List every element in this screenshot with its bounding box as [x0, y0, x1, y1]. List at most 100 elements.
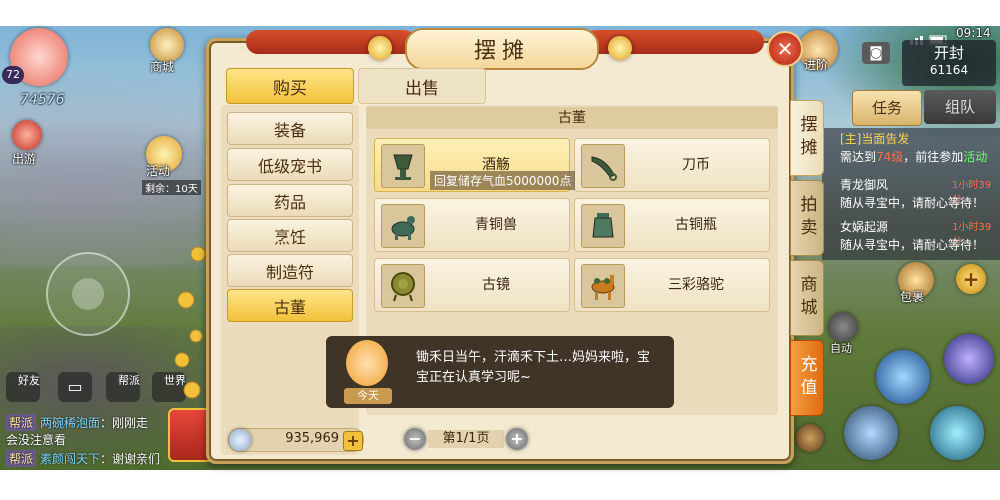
chat-text: ：谢谢亲们 — [100, 452, 161, 466]
bronze-vessel-icon — [381, 144, 425, 188]
chat-sender[interactable]: 素颜闯天下 — [40, 452, 100, 466]
side-tab-mall[interactable]: 商城 — [790, 260, 824, 336]
guild-voice-button[interactable]: 帮派 — [106, 372, 140, 402]
chat-button[interactable]: ▭ — [58, 372, 92, 402]
page-indicator: 第1/1页 — [428, 430, 504, 448]
camera-icon[interactable]: ◙ — [862, 42, 890, 64]
chat-channel-tag: 帮派 — [6, 450, 37, 467]
skill-4-icon[interactable] — [930, 406, 984, 460]
category-medicine[interactable]: 药品 — [227, 184, 353, 217]
quest-title[interactable]: [主]当面告发 — [840, 130, 909, 147]
tricolor-camel-icon — [581, 264, 625, 308]
prev-page-button[interactable]: − — [404, 428, 426, 450]
add-icon[interactable]: + — [956, 264, 986, 294]
joystick-knob[interactable] — [72, 278, 104, 310]
mount-icon[interactable] — [796, 424, 824, 452]
auto-icon[interactable] — [828, 312, 858, 342]
quest-title[interactable]: 女娲起源 — [840, 218, 888, 235]
item-name: 刀币 — [682, 157, 710, 173]
quest-tab-label: 任务 — [871, 99, 902, 117]
tab-sell[interactable]: 出售 — [358, 68, 486, 104]
stall-title: 摆摊 — [405, 28, 599, 70]
player-power: 74576 — [20, 92, 65, 108]
item-card[interactable]: 三彩骆驼 — [574, 258, 770, 312]
side-tab-stall[interactable]: 摆摊 — [790, 100, 824, 176]
quest-panel: [主]当面告发 需达到74级，前往参加活动 青龙御风 1小时39分 随从寻宝中，… — [822, 128, 1000, 260]
seal-value: 61164 — [929, 63, 969, 77]
chat-message[interactable]: 帮派 素颜闯天下：谢谢亲们 — [6, 450, 160, 467]
item-tooltip: 回复储存气血5000000点 — [430, 171, 576, 190]
event-timer: 剩余：10天 — [142, 180, 201, 195]
close-button[interactable]: ✕ — [767, 31, 803, 67]
seal-panel[interactable]: 开封 61164 — [902, 40, 996, 86]
auto-label: 自动 — [830, 342, 852, 355]
quest-desc: 随从寻宝中，请耐心等待！ — [840, 238, 985, 252]
player-level-badge: 72 — [2, 66, 24, 84]
close-icon: ✕ — [776, 37, 794, 61]
item-list-header: 古董 — [366, 107, 778, 129]
item-card[interactable]: 古铜瓶 — [574, 198, 770, 252]
shop-icon[interactable] — [150, 28, 184, 62]
mascot-avatar — [346, 340, 388, 386]
add-currency-button[interactable]: + — [343, 431, 363, 451]
outing-label: 出游 — [12, 152, 37, 166]
speaker-tag: 今天 — [344, 388, 392, 404]
item-name: 三彩骆驼 — [668, 277, 724, 293]
category-crafting-talisman[interactable]: 制造符 — [227, 254, 353, 287]
bronze-mirror-icon — [381, 264, 425, 308]
quest-desc: 需达到74级，前往参加活动 — [840, 150, 988, 164]
movement-joystick[interactable] — [46, 252, 130, 336]
item-card[interactable]: 青铜兽 — [374, 198, 570, 252]
item-card[interactable]: 古镜 — [374, 258, 570, 312]
chat-message[interactable]: 帮派 两碗稀泡面：刚刚走 — [6, 414, 148, 431]
category-equipment[interactable]: 装备 — [227, 112, 353, 145]
bag-label: 包裹 — [900, 290, 925, 304]
ornament-orb-icon — [368, 36, 392, 60]
shop-label: 商城 — [150, 60, 175, 74]
item-card[interactable]: 刀币 — [574, 138, 770, 192]
event-label: 活动 — [146, 164, 171, 178]
item-name: 古铜瓶 — [675, 217, 717, 233]
next-page-button[interactable]: + — [506, 428, 528, 450]
team-tab[interactable]: 组队 — [924, 90, 996, 124]
pagination: − 第1/1页 + — [404, 428, 528, 450]
quest-desc: 随从寻宝中，请耐心等待！ — [840, 196, 985, 210]
friend-button[interactable]: 好友 — [6, 372, 40, 402]
chat-sender[interactable]: 两碗稀泡面 — [40, 416, 100, 430]
signal-battery-icon — [910, 30, 950, 45]
knife-coin-icon — [581, 144, 625, 188]
clock: 09:14 — [956, 26, 991, 40]
chat-channel-tag: 帮派 — [6, 414, 37, 431]
side-tab-auction[interactable]: 拍卖 — [790, 180, 824, 256]
quest-title[interactable]: 青龙御风 — [840, 176, 888, 193]
bronze-vase-icon — [581, 204, 625, 248]
item-name: 古镜 — [482, 277, 510, 293]
category-antiques[interactable]: 古董 — [227, 289, 353, 322]
chat-message[interactable]: 会没注意看 — [6, 431, 66, 448]
silver-coin-icon — [229, 429, 251, 451]
chat-text: ：刚刚走 — [100, 416, 149, 430]
friend-label: 好友 — [18, 374, 40, 387]
outing-icon[interactable] — [12, 120, 42, 150]
advance-label: 进阶 — [804, 58, 829, 72]
category-cooking[interactable]: 烹饪 — [227, 219, 353, 252]
skill-3-icon[interactable] — [844, 406, 898, 460]
npc-speech-bubble: 今天 锄禾日当午，汗滴禾下土…妈妈来啦，宝宝正在认真学习呢~ — [326, 336, 674, 408]
category-pet-books[interactable]: 低级宠书 — [227, 148, 353, 181]
item-name: 青铜兽 — [475, 217, 517, 233]
chat-text: 会没注意看 — [6, 433, 67, 447]
ornament-orb-icon — [608, 36, 632, 60]
currency-amount: 935,969 — [285, 431, 339, 446]
chat-bubble-icon: ▭ — [67, 377, 83, 396]
currency-bar: 935,969 + — [228, 428, 364, 452]
team-tab-label: 组队 — [944, 98, 975, 116]
bronze-beast-icon — [381, 204, 425, 248]
skill-1-icon[interactable] — [876, 350, 930, 404]
quest-tab[interactable]: 任务 — [852, 90, 922, 126]
side-tab-recharge[interactable]: 充值 — [790, 340, 824, 416]
skill-2-icon[interactable] — [944, 334, 994, 384]
tab-buy[interactable]: 购买 — [226, 68, 354, 104]
guild-voice-label: 帮派 — [118, 374, 140, 387]
seal-label: 开封 — [933, 44, 964, 62]
speech-text: 锄禾日当午，汗滴禾下土…妈妈来啦，宝宝正在认真学习呢~ — [416, 350, 651, 385]
